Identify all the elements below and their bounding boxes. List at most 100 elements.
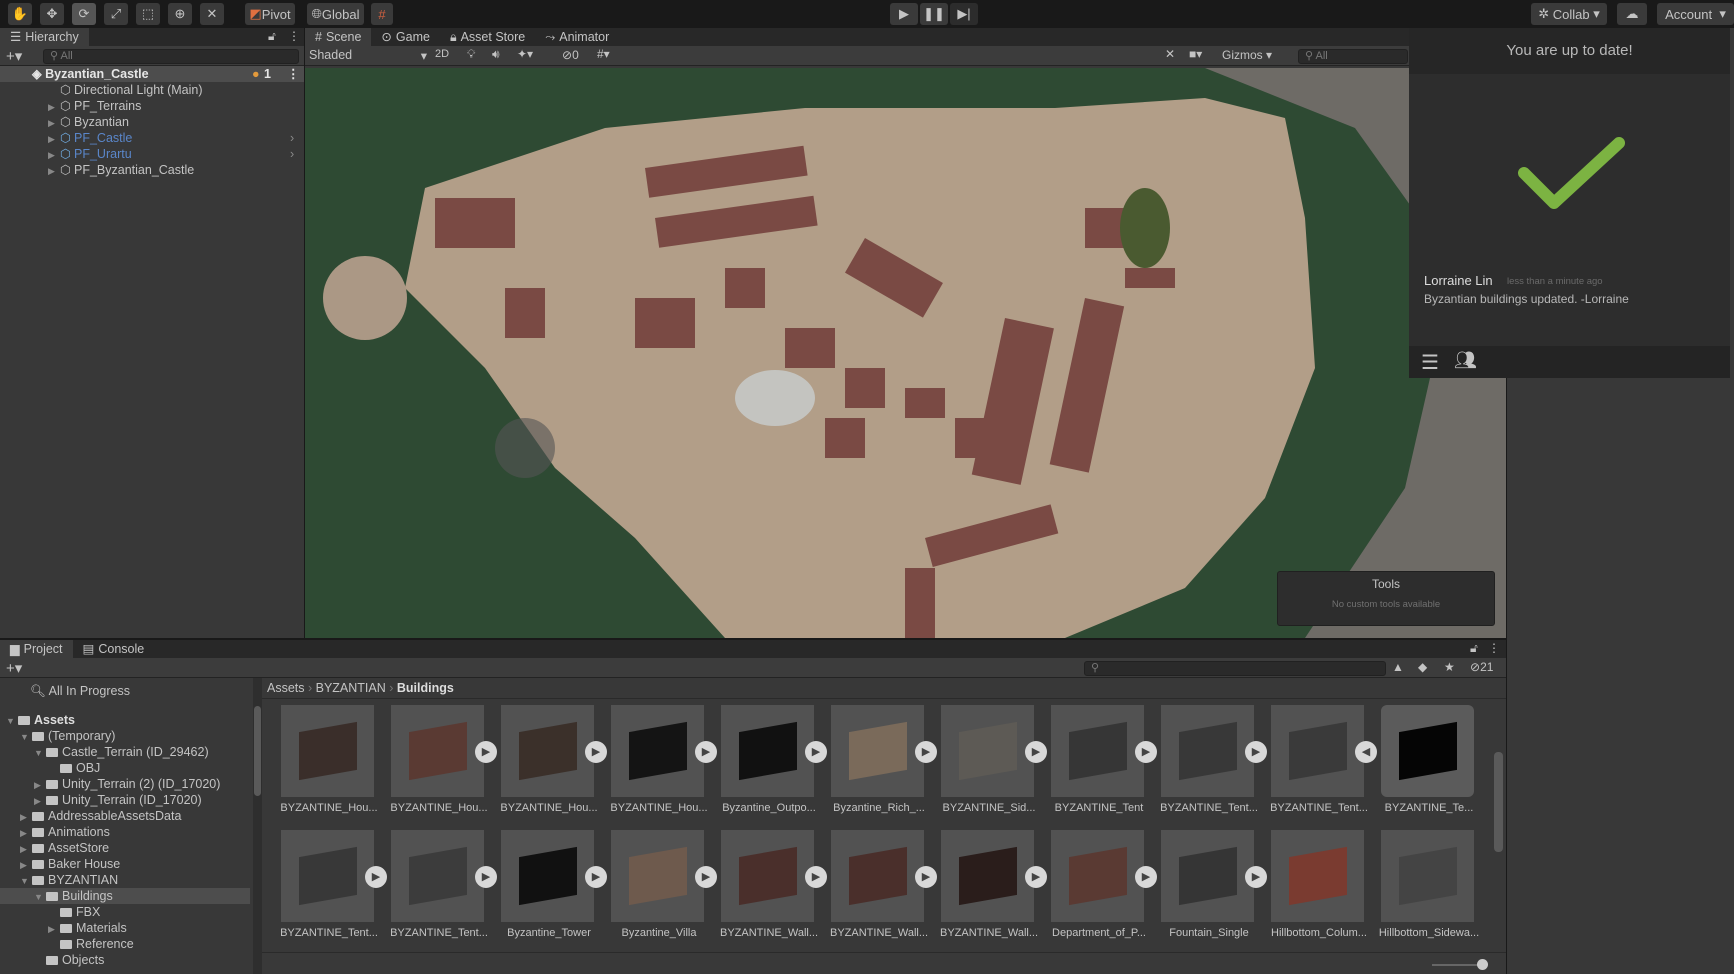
asset-item[interactable]: ▶ BYZANTINE_Tent... [277, 830, 387, 948]
effects-icon[interactable]: ✦▾ [517, 47, 533, 61]
expand-play-icon[interactable]: ▶ [1135, 741, 1157, 763]
asset-item[interactable]: ▶ Fountain_Single [1157, 830, 1267, 948]
asset-item[interactable]: ▶ BYZANTINE_Tent... [387, 830, 497, 948]
expand-play-icon[interactable]: ▶ [1025, 741, 1047, 763]
hierarchy-item[interactable]: ▶ ⬡ PF_Urartu › [0, 146, 304, 162]
audio-icon[interactable]: 🔊︎ [492, 47, 500, 62]
slider-handle[interactable] [1477, 959, 1488, 970]
custom-tool-button[interactable]: ✕ [200, 3, 224, 25]
collapse-icon[interactable]: ◀ [1355, 741, 1377, 763]
asset-thumbnail[interactable] [281, 705, 374, 797]
folder-item[interactable]: ▶ Materials [0, 920, 250, 936]
expand-arrow[interactable]: ▶ [20, 825, 32, 841]
expand-play-icon[interactable]: ▶ [1025, 866, 1047, 888]
asset-thumbnail[interactable] [1381, 705, 1474, 797]
expand-arrow[interactable]: ▼ [0, 67, 41, 83]
label-icon[interactable]: ◆ [1418, 660, 1427, 674]
tab-animator[interactable]: ⤳ Animator [535, 28, 619, 46]
expand-arrow[interactable]: ▶ [48, 115, 60, 131]
more-icon[interactable]: ⋮ [1488, 641, 1500, 655]
asset-thumbnail[interactable] [611, 830, 704, 922]
team-icon[interactable]: 👥︎ [1454, 350, 1477, 371]
expand-arrow[interactable]: ▼ [34, 745, 46, 761]
hidden-objects-toggle[interactable]: ⊘0 [562, 48, 579, 62]
expand-play-icon[interactable]: ▶ [475, 741, 497, 763]
favorite-icon[interactable]: ★ [1444, 660, 1455, 674]
hierarchy-scene-root[interactable]: ▼◈ Byzantian_Castle ● 1 ⋮ [0, 66, 304, 82]
expand-play-icon[interactable]: ▶ [805, 866, 827, 888]
filter-type-icon[interactable]: ▲ [1392, 660, 1404, 674]
pause-button[interactable]: ❚❚ [920, 3, 948, 25]
asset-item[interactable]: ▶ Byzantine_Tower [497, 830, 607, 948]
tab-game[interactable]: ⊙ Game [371, 28, 440, 46]
asset-item[interactable]: Hillbottom_Colum... [1267, 830, 1367, 948]
asset-thumbnail[interactable] [721, 705, 814, 797]
play-button[interactable]: ▶ [890, 3, 918, 25]
asset-thumbnail[interactable] [831, 705, 924, 797]
asset-item[interactable]: ▶ BYZANTINE_Hou... [387, 705, 497, 823]
chevron-right-icon[interactable]: › [290, 130, 294, 146]
expand-play-icon[interactable]: ▶ [915, 741, 937, 763]
move-tool-button[interactable]: ✥ [40, 3, 64, 25]
expand-play-icon[interactable]: ▶ [915, 866, 937, 888]
scene-search-input[interactable]: ⚲ All [1298, 49, 1408, 64]
camera-icon[interactable]: ■▾ [1189, 47, 1202, 61]
step-button[interactable]: ▶| [950, 3, 978, 25]
expand-arrow[interactable]: ▶ [48, 163, 60, 179]
hierarchy-search-input[interactable]: ⚲ All [43, 49, 299, 64]
expand-play-icon[interactable]: ▶ [1135, 866, 1157, 888]
folder-item[interactable]: ▼ Assets [0, 712, 250, 728]
asset-item[interactable]: ▶ Byzantine_Rich_... [827, 705, 937, 823]
folder-item[interactable]: Reference [0, 936, 250, 952]
tab-project[interactable]: ▆ Project [0, 640, 73, 658]
scale-tool-button[interactable]: ⤢ [104, 3, 128, 25]
tab-hierarchy[interactable]: ☰ Hierarchy [0, 28, 89, 46]
asset-thumbnail[interactable] [1051, 705, 1144, 797]
asset-thumbnail[interactable] [1051, 830, 1144, 922]
expand-arrow[interactable]: ▼ [34, 889, 46, 905]
expand-arrow[interactable]: ▼ [20, 873, 32, 889]
asset-item[interactable]: ▶ BYZANTINE_Hou... [607, 705, 717, 823]
account-button[interactable]: Account ▾ [1657, 3, 1734, 25]
folder-item[interactable]: ▶ Unity_Terrain (ID_17020) [0, 792, 250, 808]
asset-item[interactable]: BYZANTINE_Te... [1377, 705, 1477, 823]
tab-asset-store[interactable]: 🔒︎ Asset Store [440, 28, 535, 46]
shading-dropdown[interactable]: Shaded ▾ [309, 48, 427, 63]
expand-play-icon[interactable]: ▶ [695, 741, 717, 763]
asset-thumbnail[interactable] [1161, 705, 1254, 797]
breadcrumb-item[interactable]: Buildings [397, 681, 454, 695]
lock-icon[interactable]: 🔓︎ [1470, 641, 1478, 656]
create-button[interactable]: +▾ [6, 659, 22, 677]
expand-arrow[interactable]: ▶ [20, 857, 32, 873]
lighting-icon[interactable]: 💡︎ [467, 47, 475, 62]
tab-console[interactable]: ▤ Console [73, 640, 155, 658]
asset-thumbnail[interactable] [501, 830, 594, 922]
expand-arrow[interactable]: ▶ [20, 841, 32, 857]
asset-item[interactable]: Hillbottom_Sidewa... [1377, 830, 1479, 948]
chevron-right-icon[interactable]: › [290, 146, 294, 162]
asset-item[interactable]: BYZANTINE_Hou... [277, 705, 378, 823]
add-button[interactable]: +▾ [6, 47, 22, 65]
asset-item[interactable]: ▶ BYZANTINE_Hou... [497, 705, 607, 823]
hierarchy-item[interactable]: ▶ ⬡ PF_Byzantian_Castle [0, 162, 304, 178]
folder-item[interactable]: ▶ AddressableAssetsData [0, 808, 250, 824]
asset-item[interactable]: ▶ BYZANTINE_Wall... [717, 830, 827, 948]
hierarchy-item[interactable]: ▶ ⬡ PF_Terrains [0, 98, 304, 114]
hierarchy-item[interactable]: ▶ ⬡ Byzantian [0, 114, 304, 130]
thumbnail-size-slider[interactable] [1432, 964, 1482, 966]
asset-thumbnail[interactable] [611, 705, 704, 797]
folder-item[interactable]: ▼ BYZANTIAN [0, 872, 250, 888]
global-toggle[interactable]: 🌐︎ Global [307, 3, 364, 25]
expand-arrow[interactable]: ▶ [20, 809, 32, 825]
expand-arrow[interactable]: ▶ [48, 921, 60, 937]
expand-play-icon[interactable]: ▶ [585, 866, 607, 888]
folder-item[interactable]: ▶ Animations [0, 824, 250, 840]
history-icon[interactable]: ☰ [1421, 350, 1439, 375]
grid-scrollbar[interactable] [1494, 702, 1503, 952]
folder-item[interactable]: ▶ Baker House [0, 856, 250, 872]
folder-item[interactable]: ▼ Buildings [0, 888, 250, 904]
asset-thumbnail[interactable] [1161, 830, 1254, 922]
breadcrumb-item[interactable]: BYZANTIAN [316, 681, 386, 695]
asset-thumbnail[interactable] [1381, 830, 1474, 922]
folder-item[interactable]: ▼ Castle_Terrain (ID_29462) [0, 744, 250, 760]
